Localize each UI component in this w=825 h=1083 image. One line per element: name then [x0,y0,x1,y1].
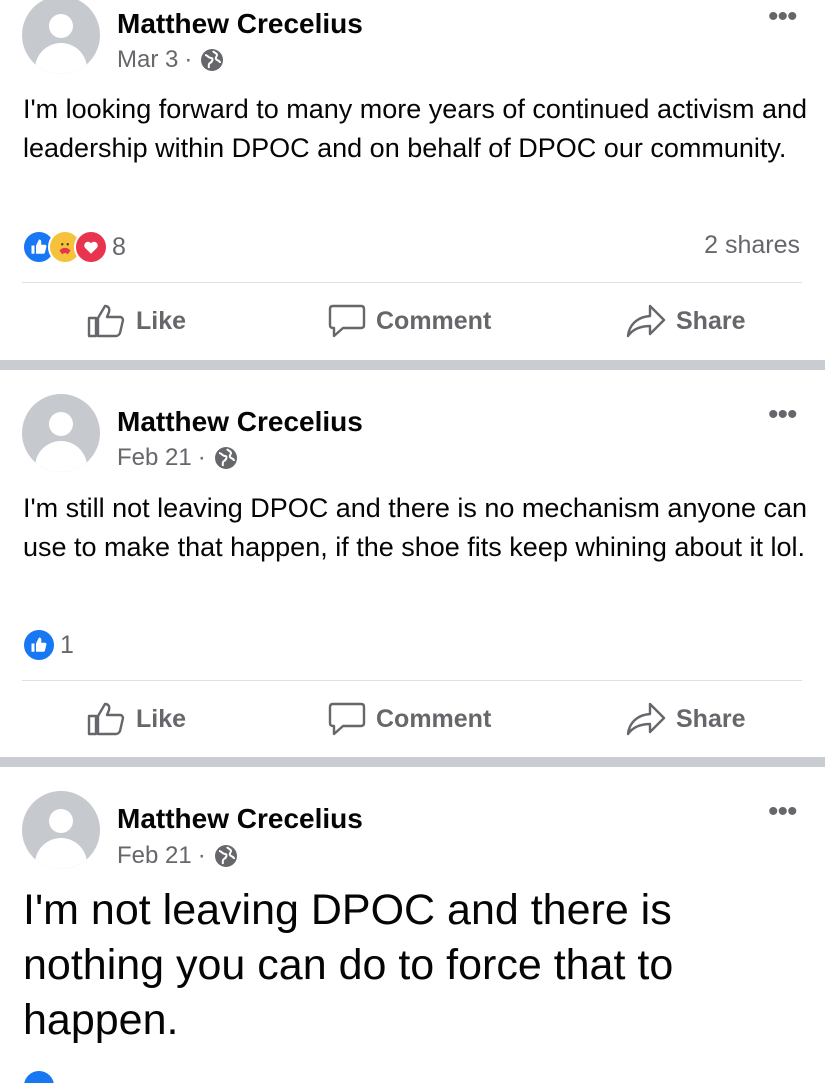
love-reaction-icon [74,230,108,264]
post-separator [0,360,825,370]
author-name[interactable]: Matthew Crecelius [117,8,363,40]
author-name[interactable]: Matthew Crecelius [117,406,363,438]
globe-icon [214,845,237,867]
comment-label: Comment [376,306,492,335]
post-meta: Feb 21 · [117,444,238,472]
share-icon [626,702,666,736]
comment-label: Comment [376,704,492,733]
share-label: Share [676,704,746,733]
reaction-summary[interactable]: 1 [22,628,74,662]
like-button[interactable]: Like [86,689,186,749]
like-button[interactable]: Like [86,291,186,351]
avatar[interactable] [22,791,100,869]
more-options-icon[interactable]: ••• [768,797,797,827]
meta-separator: · [197,842,206,869]
meta-separator: · [184,46,193,73]
post-3: Matthew Crecelius Feb 21 · ••• I'm not l… [0,767,825,1083]
more-options-icon[interactable]: ••• [768,2,797,32]
action-bar: Like Comment Share [0,689,825,749]
comment-icon [328,702,366,736]
reaction-count: 8 [112,232,126,261]
action-bar: Like Comment Share [0,291,825,351]
like-reaction-icon [22,628,56,662]
divider [22,680,802,681]
like-icon [87,304,125,338]
more-options-icon[interactable]: ••• [768,400,797,430]
post-text: I'm not leaving DPOC and there is nothin… [23,886,674,1044]
globe-icon [214,447,237,469]
post-1: Matthew Crecelius Mar 3 · ••• I'm lookin… [0,0,825,360]
share-label: Share [676,306,746,335]
globe-icon [201,49,224,71]
author-name[interactable]: Matthew Crecelius [117,803,363,835]
share-count[interactable]: 2 shares [704,231,800,260]
post-meta: Mar 3 · [117,46,224,74]
post-2: Matthew Crecelius Feb 21 · ••• I'm still… [0,370,825,757]
avatar[interactable] [22,394,100,472]
comment-icon [328,304,366,338]
like-label: Like [136,306,187,335]
share-button[interactable]: Share [626,291,745,351]
share-button[interactable]: Share [626,689,745,749]
comment-button[interactable]: Comment [328,291,491,351]
post-separator [0,757,825,767]
avatar[interactable] [22,0,100,74]
reaction-count: 1 [60,630,74,659]
comment-button[interactable]: Comment [328,689,491,749]
share-icon [626,304,666,338]
post-meta: Feb 21 · [117,842,238,870]
post-text: I'm looking forward to many more years o… [23,94,808,163]
post-date[interactable]: Feb 21 [117,444,192,472]
reaction-summary-partial[interactable] [22,1069,56,1083]
post-date[interactable]: Mar 3 [117,46,178,74]
like-reaction-icon [22,1069,56,1083]
divider [22,282,802,283]
meta-separator: · [197,444,206,471]
reaction-summary[interactable]: 8 [22,230,126,264]
post-date[interactable]: Feb 21 [117,842,192,870]
post-text: I'm still not leaving DPOC and there is … [23,493,808,562]
like-icon [87,702,125,736]
like-label: Like [136,704,187,733]
